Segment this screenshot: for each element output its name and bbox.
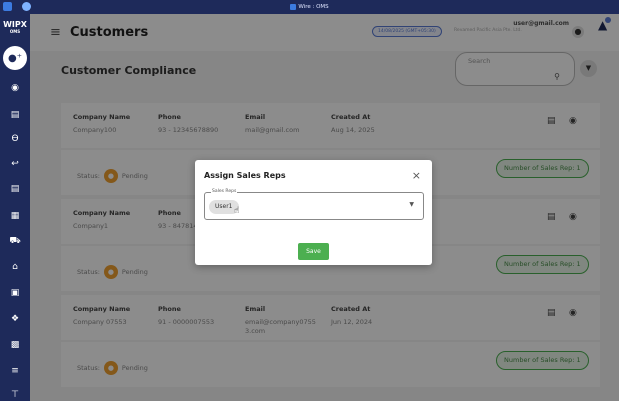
sidebar-item-analytics[interactable]: ▩ [0, 338, 30, 352]
support-icon: ❖ [10, 314, 20, 324]
sidebar-item-customers[interactable]: ●⁺ [3, 46, 27, 70]
save-button[interactable]: Save [298, 243, 329, 260]
sales-reps-select[interactable]: Sales Reps User1 ☝ ▼ [204, 189, 424, 220]
sidebar-item-orders[interactable]: ▤ [0, 108, 30, 122]
sidebar-item-grid[interactable]: ▦ [0, 209, 30, 223]
upload-icon: ⊤ [11, 390, 19, 400]
box-icon: ◉ [11, 83, 19, 93]
warehouse-icon: ⌂ [12, 262, 18, 272]
window-icon [290, 4, 297, 10]
list-icon: ≡ [11, 366, 19, 376]
grid-icon: ▦ [10, 211, 20, 221]
sidebar-item-warehouse[interactable]: ⌂ [0, 260, 30, 274]
sidebar-item-returns[interactable]: ↩ [0, 157, 30, 171]
chart-icon: ▩ [10, 340, 20, 350]
return-icon: ↩ [11, 159, 19, 169]
pointer-cursor-icon: ☝ [234, 206, 240, 216]
dialog-title: Assign Sales Reps [204, 171, 286, 180]
delivery-icon: ⛟ [9, 236, 21, 246]
dropdown-caret-icon[interactable]: ▼ [409, 201, 414, 208]
logo: WIPX OMS [3, 20, 27, 34]
sidebar-item-cart[interactable]: Ѳ [0, 132, 30, 146]
truck-icon: ▤ [10, 110, 20, 120]
sidebar-item-products[interactable]: ◉ [0, 81, 30, 95]
sidebar-item-lists[interactable]: ≡ [0, 364, 30, 378]
sales-reps-label: Sales Reps [211, 189, 238, 194]
app-icon [3, 2, 12, 11]
sidebar-item-upload[interactable]: ⊤ [0, 388, 30, 401]
sidebar-item-support[interactable]: ❖ [0, 312, 30, 326]
clipboard-icon: ▤ [10, 184, 20, 194]
sidebar-item-reports[interactable]: ▣ [0, 286, 30, 300]
window-title: Wire : OMS [290, 4, 329, 10]
os-menubar: Wire : OMS [0, 0, 619, 14]
assign-sales-reps-dialog: Assign Sales Reps × Sales Reps User1 ☝ ▼… [195, 160, 432, 265]
sidebar: WIPX OMS ●⁺ ◉ ▤ Ѳ ↩ ▤ ▦ ⛟ ⌂ ▣ ❖ ▩ ≡ ⊤ [0, 14, 30, 401]
sidebar-item-docs[interactable]: ▤ [0, 182, 30, 196]
cart-icon: Ѳ [11, 134, 19, 144]
status-icon [22, 2, 31, 11]
customers-icon: ●⁺ [7, 52, 22, 64]
close-icon[interactable]: × [412, 169, 421, 182]
report-icon: ▣ [10, 288, 20, 298]
sidebar-item-delivery[interactable]: ⛟ [0, 234, 30, 248]
